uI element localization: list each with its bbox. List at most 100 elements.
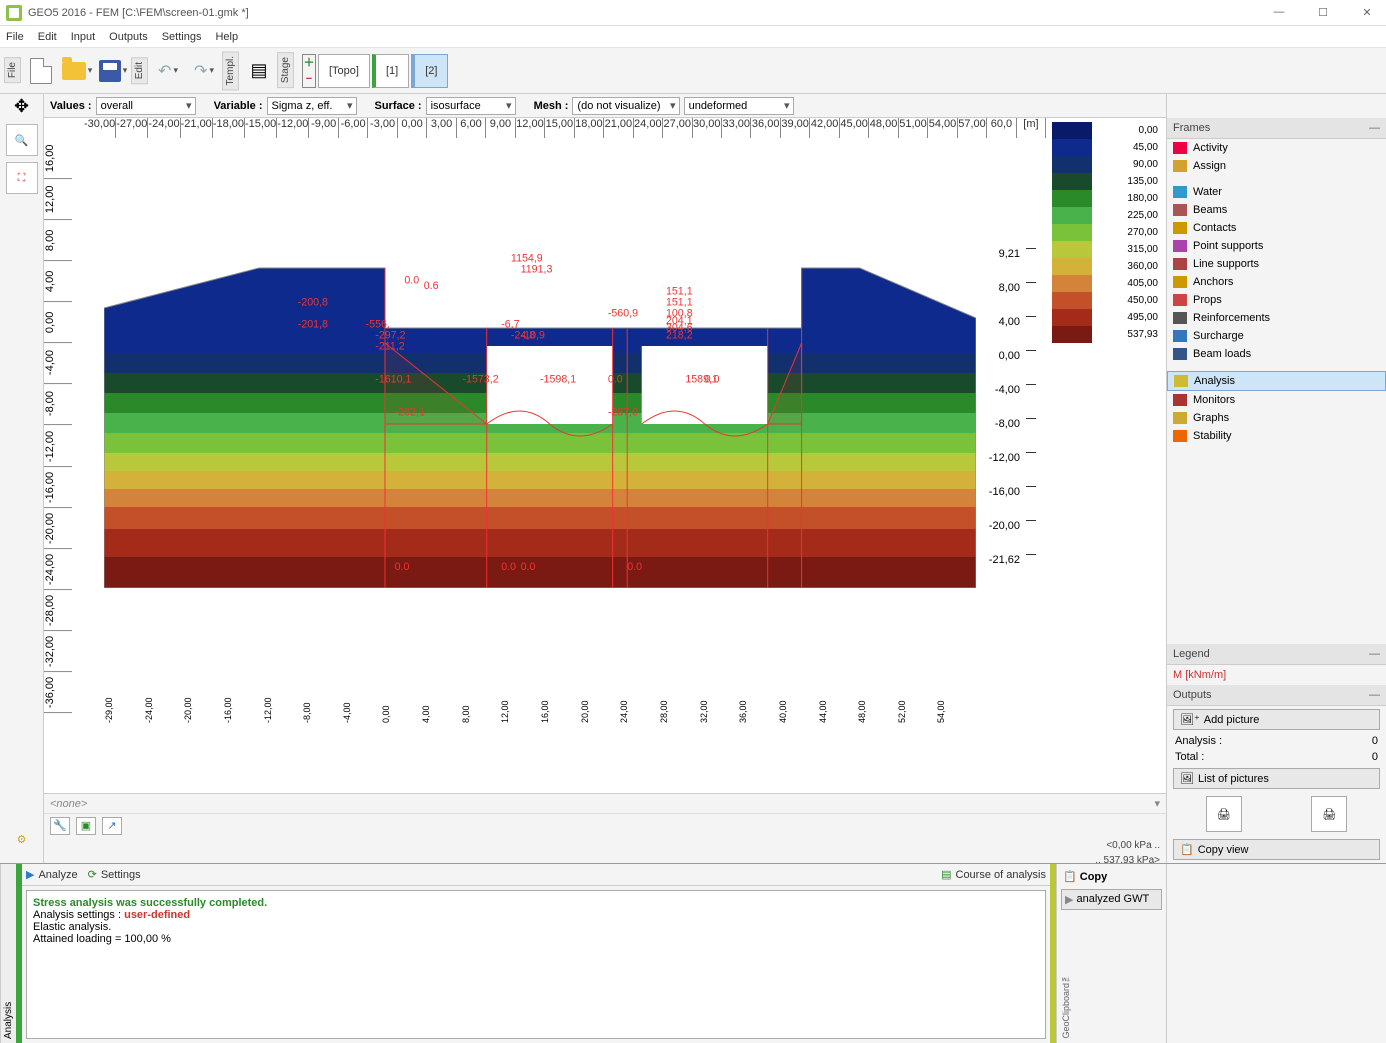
template-button[interactable]: ▤	[242, 53, 276, 89]
tool-wrench-button[interactable]: 🔧	[50, 817, 70, 835]
folder-icon	[62, 62, 86, 80]
menu-edit[interactable]: Edit	[38, 31, 57, 43]
frame-icon	[1173, 160, 1187, 172]
analysis-log: Stress analysis was successfully complet…	[26, 890, 1046, 1039]
svg-text:218,2: 218,2	[666, 329, 693, 341]
course-of-analysis-button[interactable]: ▤Course of analysis	[941, 868, 1046, 881]
frame-item-props[interactable]: Props	[1167, 291, 1386, 309]
variable-select[interactable]: Sigma z, eff.	[267, 97, 357, 115]
total-count-label: Total :	[1175, 751, 1204, 763]
geoclipboard-label: GeoClipboard™	[1061, 973, 1071, 1039]
frame-icon	[1173, 430, 1187, 442]
legend-item: M [kNm/m]	[1167, 665, 1386, 685]
frame-item-assign[interactable]: Assign	[1167, 157, 1386, 175]
right-axis: 9,218,004,000,00-4,00-8,00-12,00-16,00-2…	[986, 248, 1036, 588]
document-icon	[30, 58, 52, 84]
svg-text:0.0: 0.0	[656, 248, 671, 251]
frame-item-analysis[interactable]: Analysis	[1167, 371, 1386, 391]
frame-icon	[1173, 142, 1187, 154]
analyze-button[interactable]: ▶Analyze	[26, 868, 78, 881]
redo-icon: ↷	[194, 61, 207, 81]
new-button[interactable]	[24, 53, 58, 89]
frame-item-graphs[interactable]: Graphs	[1167, 409, 1386, 427]
frame-icon	[1173, 240, 1187, 252]
menu-input[interactable]: Input	[71, 31, 95, 43]
zoom-region-button[interactable]: 🔍	[6, 124, 38, 156]
maximize-button[interactable]: ☐	[1310, 6, 1336, 19]
frame-item-anchors[interactable]: Anchors	[1167, 273, 1386, 291]
stage-tab-1[interactable]: [1]	[372, 54, 409, 88]
frame-icon	[1173, 330, 1187, 342]
menu-settings[interactable]: Settings	[162, 31, 202, 43]
wrench-icon: 🔧	[53, 820, 67, 832]
copy-analyzed-gwt[interactable]: ▶analyzed GWT	[1061, 889, 1162, 910]
left-toolbar: 🔍 ⛶ ⚙	[0, 118, 44, 863]
play-icon: ▶	[26, 868, 34, 881]
edit-vtab[interactable]: Edit	[131, 57, 148, 84]
svg-text:0.0: 0.0	[298, 248, 313, 251]
tool-add-button[interactable]: ▣	[76, 817, 96, 835]
deform-select[interactable]: undeformed	[684, 97, 794, 115]
mesh-select[interactable]: (do not visualize)	[572, 97, 679, 115]
frame-item-beam-loads[interactable]: Beam loads	[1167, 345, 1386, 363]
svg-text:0.0: 0.0	[627, 561, 642, 573]
minimize-button[interactable]: —	[1266, 6, 1292, 19]
add-picture-button[interactable]: 🖼⁺Add picture	[1173, 709, 1380, 730]
frame-item-water[interactable]: Water	[1167, 183, 1386, 201]
frame-item-stability[interactable]: Stability	[1167, 427, 1386, 445]
svg-text:0.6: 0.6	[424, 280, 439, 292]
menu-file[interactable]: File	[6, 31, 24, 43]
frame-icon	[1173, 186, 1187, 198]
save-button[interactable]: ▾	[96, 53, 130, 89]
file-vtab[interactable]: File	[4, 57, 21, 83]
refresh-icon: ⟳	[88, 868, 97, 881]
frame-item-reinforcements[interactable]: Reinforcements	[1167, 309, 1386, 327]
templ-vtab[interactable]: Templ.	[222, 51, 239, 90]
svg-text:1191,3: 1191,3	[521, 263, 553, 275]
zoom-fit-button[interactable]: ⛶	[6, 162, 38, 194]
menu-help[interactable]: Help	[215, 31, 238, 43]
stage-vtab[interactable]: Stage	[277, 52, 294, 88]
frame-item-activity[interactable]: Activity	[1167, 139, 1386, 157]
stage-add-remove[interactable]: ＋−	[302, 54, 316, 88]
redo-button[interactable]: ↷▾	[187, 53, 221, 89]
analysis-count-label: Analysis :	[1175, 735, 1222, 747]
save-icon	[99, 60, 121, 82]
gear-icon: ⚙	[17, 833, 27, 846]
move-cursor-icon[interactable]: ✥	[14, 96, 29, 117]
copy-view-button[interactable]: 📋Copy view	[1173, 839, 1380, 860]
frame-item-beams[interactable]: Beams	[1167, 201, 1386, 219]
template-icon: ▤	[250, 60, 267, 81]
frame-item-surcharge[interactable]: Surcharge	[1167, 327, 1386, 345]
analysis-settings-button[interactable]: ⟳Settings	[88, 868, 141, 881]
printer-icon: 🖨	[1217, 808, 1231, 821]
stage-tab-2[interactable]: [2]	[411, 54, 448, 88]
selection-none[interactable]: <none>	[50, 798, 1148, 810]
close-button[interactable]: ✕	[1354, 6, 1380, 19]
frame-icon	[1173, 258, 1187, 270]
frame-item-monitors[interactable]: Monitors	[1167, 391, 1386, 409]
menu-bar: File Edit Input Outputs Settings Help	[0, 26, 1386, 48]
list-pictures-button[interactable]: 🖼List of pictures	[1173, 768, 1380, 789]
stage-tab-topo[interactable]: [Topo]	[318, 54, 370, 88]
expand-icon: ⛶	[18, 172, 26, 185]
frame-item-contacts[interactable]: Contacts	[1167, 219, 1386, 237]
color-scale: 0,0045,0090,00135,00180,00225,00270,0031…	[1052, 122, 1162, 343]
open-button[interactable]: ▾	[60, 53, 94, 89]
print-button[interactable]: 🖨	[1206, 796, 1242, 832]
surface-select[interactable]: isosurface	[426, 97, 516, 115]
settings-gear-button[interactable]: ⚙	[6, 823, 38, 855]
print-color-button[interactable]: 🖨	[1311, 796, 1347, 832]
play-icon: ▶	[1065, 893, 1073, 906]
frame-item-point-supports[interactable]: Point supports	[1167, 237, 1386, 255]
frame-item-line-supports[interactable]: Line supports	[1167, 255, 1386, 273]
values-select[interactable]: overall	[96, 97, 196, 115]
tool-arrow-button[interactable]: ↗	[102, 817, 122, 835]
svg-text:-201,8: -201,8	[298, 318, 328, 330]
undo-button[interactable]: ↶▾	[151, 53, 185, 89]
svg-text:0.0: 0.0	[404, 274, 419, 286]
fem-canvas[interactable]: -30,00-27,00-24,00-21,00-18,00-15,00-12,…	[44, 118, 1166, 793]
menu-outputs[interactable]: Outputs	[109, 31, 148, 43]
frame-icon	[1173, 394, 1187, 406]
right-panel: Frames— ActivityAssignWaterBeamsContacts…	[1166, 118, 1386, 863]
